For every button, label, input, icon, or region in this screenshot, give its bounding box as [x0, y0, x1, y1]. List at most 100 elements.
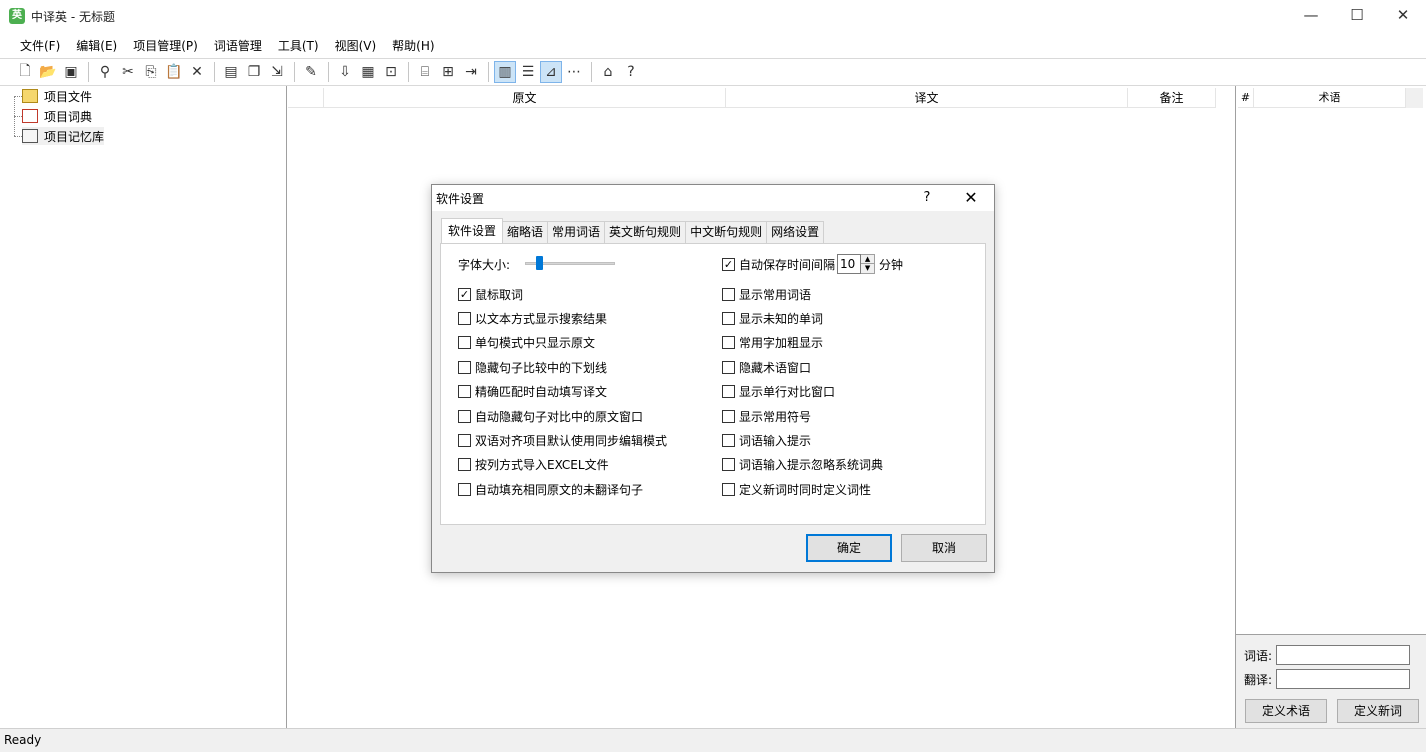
close-button[interactable]: ✕ — [1380, 0, 1426, 32]
ok-button[interactable]: 确定 — [806, 534, 892, 562]
merge-icon[interactable]: ⊞ — [437, 61, 459, 83]
delete-icon[interactable]: ✕ — [186, 61, 208, 83]
font-size-label: 字体大小: — [458, 258, 511, 272]
package-icon[interactable]: ▦ — [357, 61, 379, 83]
new-file-icon[interactable]: 🗋 — [14, 61, 36, 83]
option-checkbox[interactable] — [722, 336, 735, 349]
view-align-icon[interactable]: ⋯ — [563, 61, 585, 83]
option-checkbox[interactable] — [722, 458, 735, 471]
grid-header-notes[interactable]: 备注 — [1128, 88, 1216, 108]
memory-icon — [22, 129, 38, 143]
view-list-icon[interactable]: ☰ — [517, 61, 539, 83]
window-title: 中译英 - 无标题 — [31, 9, 115, 24]
settings-panel: 字体大小: ✓ 自动保存时间间隔 10 ▲ ▼ 分钟 ✓ 鼠标取词 以文本方式显示搜… — [440, 243, 986, 525]
toolbar-separator — [294, 62, 295, 82]
word-label: 词语: — [1244, 648, 1273, 663]
option-checkbox[interactable] — [458, 312, 471, 325]
dialog-close-button[interactable]: ✕ — [956, 185, 986, 211]
tab-software-settings[interactable]: 软件设置 — [441, 218, 504, 243]
term-header-term[interactable]: 术语 — [1254, 88, 1406, 108]
define-word-button[interactable]: 定义新词 — [1337, 699, 1419, 723]
option-checkbox[interactable] — [722, 385, 735, 398]
option-label: 按列方式导入EXCEL文件 — [475, 458, 609, 472]
tab-chinese-segmentation[interactable]: 中文断句规则 — [685, 221, 768, 243]
import-icon[interactable]: ⇩ — [334, 61, 356, 83]
export-icon[interactable]: ⇲ — [266, 61, 288, 83]
menu-words[interactable]: 词语管理 — [206, 37, 270, 54]
minimize-button[interactable]: — — [1288, 0, 1334, 32]
home-icon[interactable]: ⌂ — [597, 61, 619, 83]
tree-item-project-files[interactable]: 项目文件 — [22, 87, 92, 105]
menu-file[interactable]: 文件(F) — [12, 37, 68, 54]
menu-view[interactable]: 视图(V) — [327, 37, 385, 54]
database-icon[interactable]: ⌸ — [414, 61, 436, 83]
spin-up-icon[interactable]: ▲ — [861, 255, 875, 264]
tree-item-project-memory[interactable]: 项目记忆库 — [22, 127, 105, 145]
tree-item-project-dictionary[interactable]: 项目词典 — [22, 107, 92, 125]
dialog-help-button[interactable]: ? — [916, 185, 938, 211]
font-size-slider-thumb[interactable] — [535, 256, 543, 270]
edit-icon[interactable]: ✎ — [300, 61, 322, 83]
menu-help[interactable]: 帮助(H) — [384, 37, 442, 54]
view-compare-icon[interactable]: ⊿ — [540, 61, 562, 83]
option-checkbox[interactable] — [722, 410, 735, 423]
grid-header-target[interactable]: 译文 — [726, 88, 1128, 108]
status-text: Ready — [4, 733, 42, 747]
option-checkbox[interactable] — [458, 458, 471, 471]
right-option-2: 常用字加粗显示 — [722, 334, 823, 351]
menu-bar: 文件(F) 编辑(E) 项目管理(P) 词语管理 工具(T) 视图(V) 帮助(… — [0, 32, 1426, 58]
option-checkbox[interactable] — [458, 483, 471, 496]
translation-input[interactable] — [1276, 669, 1411, 689]
cut-icon[interactable]: ✂ — [117, 61, 139, 83]
menu-project[interactable]: 项目管理(P) — [125, 37, 206, 54]
option-checkbox[interactable] — [722, 312, 735, 325]
left-option-2: 单句模式中只显示原文 — [458, 334, 595, 351]
option-checkbox[interactable]: ✓ — [458, 288, 471, 301]
app-icon: 英 — [9, 8, 25, 24]
autosave-interval-input[interactable]: 10 — [837, 254, 862, 274]
import-arrow-icon[interactable]: ⇥ — [460, 61, 482, 83]
autosave-checkbox[interactable]: ✓ — [722, 257, 735, 271]
word-row: 词语: — [1244, 645, 1411, 665]
option-checkbox[interactable] — [722, 434, 735, 447]
cancel-button[interactable]: 取消 — [901, 534, 987, 562]
copy-project-icon[interactable]: ❐ — [243, 61, 265, 83]
find-icon[interactable]: ⚲ — [94, 61, 116, 83]
new-project-icon[interactable]: ▤ — [220, 61, 242, 83]
option-checkbox[interactable] — [458, 434, 471, 447]
option-checkbox[interactable] — [458, 385, 471, 398]
grid-header-index — [288, 88, 324, 108]
maximize-button[interactable]: ☐ — [1334, 0, 1380, 32]
option-checkbox[interactable] — [458, 336, 471, 349]
save-icon[interactable]: ▣ — [60, 61, 82, 83]
paste-icon[interactable]: 📋 — [163, 61, 185, 83]
option-checkbox[interactable] — [722, 288, 735, 301]
open-folder-icon[interactable]: 📂 — [37, 61, 59, 83]
tree-item-label: 项目词典 — [44, 109, 93, 124]
help-icon[interactable]: ? — [620, 61, 642, 83]
tab-english-segmentation[interactable]: 英文断句规则 — [604, 221, 687, 243]
copy-icon[interactable]: ⎘ — [140, 61, 162, 83]
define-term-button[interactable]: 定义术语 — [1245, 699, 1327, 723]
view-bilingual-icon[interactable]: ▥ — [494, 61, 516, 83]
tab-network-settings[interactable]: 网络设置 — [766, 221, 825, 243]
spin-down-icon[interactable]: ▼ — [861, 264, 875, 273]
option-label: 显示单行对比窗口 — [739, 385, 836, 399]
left-option-5: 自动隐藏句子对比中的原文窗口 — [458, 408, 643, 425]
menu-tools[interactable]: 工具(T) — [270, 37, 327, 54]
option-label: 自动隐藏句子对比中的原文窗口 — [475, 410, 644, 424]
option-checkbox[interactable] — [722, 361, 735, 374]
option-checkbox[interactable] — [722, 483, 735, 496]
option-checkbox[interactable] — [458, 410, 471, 423]
settings-dialog: 软件设置 ? ✕ 软件设置 缩略语 常用词语 英文断句规则 中文断句规则 网络设… — [431, 184, 995, 573]
option-checkbox[interactable] — [458, 361, 471, 374]
toolbar-separator — [408, 62, 409, 82]
lock-icon[interactable]: ⊡ — [380, 61, 402, 83]
word-input[interactable] — [1276, 645, 1411, 665]
autosave-interval-spinner[interactable]: ▲ ▼ — [861, 254, 876, 274]
option-label: 常用字加粗显示 — [739, 336, 824, 350]
tab-abbreviations[interactable]: 缩略语 — [502, 221, 549, 243]
menu-edit[interactable]: 编辑(E) — [68, 37, 125, 54]
tab-common-words[interactable]: 常用词语 — [547, 221, 606, 243]
grid-header-source[interactable]: 原文 — [324, 88, 726, 108]
